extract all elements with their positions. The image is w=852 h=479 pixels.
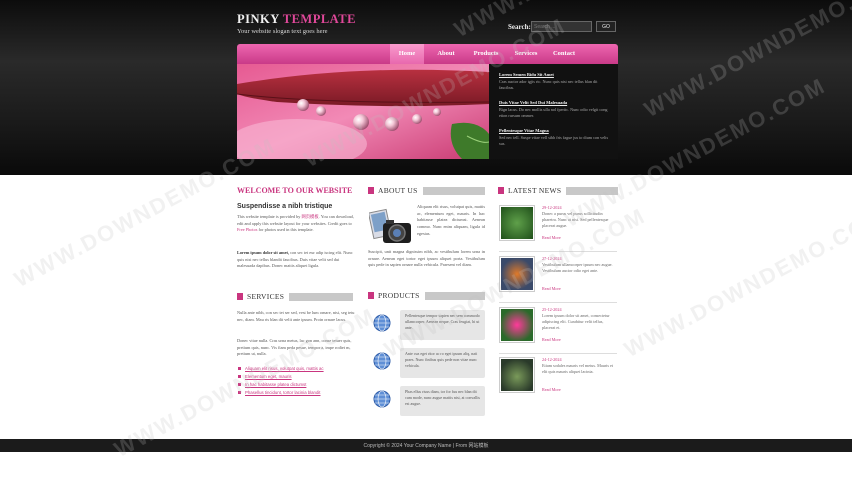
page: PINKY TEMPLATE Your website slogan text … [0, 0, 852, 479]
read-more-link[interactable]: Read More [542, 286, 561, 291]
main-nav: Home About Products Services Contact [237, 44, 618, 64]
news-date: 25-12-2024 [542, 307, 562, 312]
site-logo[interactable]: PINKY TEMPLATE [237, 12, 356, 27]
welcome-subheading: Suspendisse a nibh tristique [237, 203, 333, 210]
news-item: 25-12-2024 Lorem ipsum dolor sit amet, c… [499, 307, 617, 351]
list-item[interactable]: Elementum eget, mauris [238, 372, 358, 380]
news-date: 24-12-2024 [542, 357, 562, 362]
news-thumbnail[interactable] [499, 307, 535, 343]
list-item[interactable]: Phasellus tincidunt, tortor lacinia blan… [238, 388, 358, 396]
news-desc: Etiam sodales mauris vel metus. Mauris e… [542, 363, 614, 375]
about-paragraph-2: Suscipit, unit magna dignissim nibh, ac … [368, 249, 485, 268]
news-thumbnail[interactable] [499, 357, 535, 393]
banner-news-item: Pellentesque Vitae Magna Sed nec tell. S… [499, 128, 611, 147]
news-date: 27-12-2024 [542, 256, 562, 261]
banner-news-item: Lorem Semen Bidu Sit Amet Cras auctor ad… [499, 72, 611, 91]
search-label: Search: [508, 23, 531, 31]
read-more-link[interactable]: Read More [542, 387, 561, 392]
news-item: 27-12-2024 Vestibulum ullamcorper ipsum … [499, 256, 617, 300]
banner-news-title[interactable]: Duis Vitae Velit Sed Dui Malesuada [499, 100, 611, 105]
news-desc: Donec a purus vel purus sollicitudin pha… [542, 211, 609, 229]
product-item[interactable]: Phas ellus risus diam, tor for fuu nec b… [400, 386, 485, 416]
search-input[interactable] [531, 21, 592, 32]
site-slogan: Your website slogan text goes here [237, 28, 328, 35]
footer: Copyright © 2024 Your Company Name | Fro… [0, 439, 852, 452]
about-heading: ABOUT US [368, 186, 485, 195]
products-heading: PRODUCTS [368, 291, 485, 300]
about-paragraph-1: Aliquam elit risus, volutpat quis, matti… [417, 204, 485, 236]
product-item[interactable]: Ante cuz eget ritor ac ro eget ipsum ali… [400, 348, 485, 378]
banner-leaf-image [237, 64, 489, 159]
news-desc: Vestibulum ullamcorper ipsum nec augue. … [542, 262, 613, 274]
template-link[interactable]: 网页模板 [301, 214, 318, 219]
search-button[interactable]: GO [596, 21, 616, 32]
news-thumbnail[interactable] [499, 205, 535, 241]
globe-icon [373, 352, 391, 370]
list-item[interactable]: In hac habitasse platea dictumst [238, 380, 358, 388]
watermark: WWW.DOWNDEMO.COM [620, 202, 852, 363]
camera-icon [369, 208, 411, 243]
news-desc: Lorem ipsum dolor sit amet, consectetur … [542, 313, 610, 331]
news-date: 29-12-2024 [542, 205, 562, 210]
news-thumbnail[interactable] [499, 256, 535, 292]
welcome-paragraph-1: This website template is provided by 网页模… [237, 214, 354, 233]
footer-spacer [0, 452, 852, 479]
footer-copyright: Copyright © 2024 Your Company Name | Fro… [363, 443, 489, 449]
news-item: 24-12-2024 Etiam sodales mauris vel metu… [499, 357, 617, 401]
nav-contact[interactable]: Contact [545, 44, 583, 64]
read-more-link[interactable]: Read More [542, 235, 561, 240]
free-photos-link[interactable]: Free Photos [237, 227, 257, 232]
globe-icon [373, 390, 391, 408]
services-links: Aliquam elit risus, volutpat quis, matti… [238, 364, 358, 396]
nav-about[interactable]: About [427, 44, 465, 64]
divider [499, 302, 617, 303]
banner-news-desc: Bign lacus. Do nec mollis ulla nol fperi… [499, 107, 608, 118]
list-item[interactable]: Aliquam elit risus, volutpat quis, matti… [238, 364, 358, 372]
nav-services[interactable]: Services [507, 44, 545, 64]
globe-icon [373, 314, 391, 332]
divider [499, 353, 617, 354]
nav-products[interactable]: Products [467, 44, 505, 64]
divider [499, 251, 617, 252]
services-heading: SERVICES [237, 292, 354, 301]
latest-news-heading: LATEST NEWS [498, 186, 619, 195]
banner-news-item: Duis Vitae Velit Sed Dui Malesuada Bign … [499, 100, 611, 119]
news-item: 29-12-2024 Donec a purus vel purus solli… [499, 205, 617, 249]
read-more-link[interactable]: Read More [542, 337, 561, 342]
welcome-heading: WELCOME TO OUR WEBSITE [237, 186, 353, 195]
welcome-paragraph-2: Lorem ipsum dolor sit amet, con sec tet … [237, 250, 353, 269]
banner-news-title[interactable]: Pellentesque Vitae Magna [499, 128, 611, 133]
banner-news-desc: Cras auctor ador tgjis ric. Nunc quis ni… [499, 79, 598, 90]
product-item[interactable]: Pellentesque tempor sapien nec sem commo… [400, 310, 485, 340]
banner-news-desc: Sed nec tell. Suspe vitae vell sibh fris… [499, 135, 609, 146]
services-paragraph-1: Nulla ante nibh, con sec tet ser sed, ve… [237, 310, 355, 322]
nav-home[interactable]: Home [390, 44, 424, 64]
banner-news-title[interactable]: Lorem Semen Bidu Sit Amet [499, 72, 611, 77]
services-paragraph-2: Donec vitae nulla. Cras urna metus, lac … [237, 338, 352, 357]
banner: Lorem Semen Bidu Sit Amet Cras auctor ad… [237, 64, 618, 159]
